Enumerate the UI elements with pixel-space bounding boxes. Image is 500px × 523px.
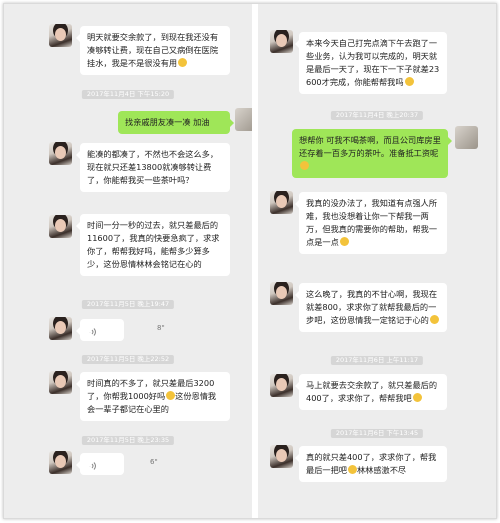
self-avatar[interactable] bbox=[235, 108, 252, 131]
message-bubble: 时间一分一秒的过去，就只差最后的11600了，我真的快要急疯了，求求你了，帮帮我… bbox=[76, 214, 230, 276]
sad-emoji-icon bbox=[166, 391, 176, 400]
message-text: 这么晚了，我真的不甘心啊，我现在就差800，求求你了就帮我最后的一步吧，这份恩情… bbox=[306, 289, 438, 325]
sad-emoji-icon bbox=[429, 315, 439, 324]
message-bubble: 这么晚了，我真的不甘心啊，我现在就差800，求求你了就帮我最后的一步吧，这份恩情… bbox=[295, 283, 447, 332]
message-bubble: 时间真的不多了，就只差最后3200了，你帮我1000好吗 这份恩情我会一辈子都记在… bbox=[76, 372, 230, 421]
voice-message-bubble[interactable] bbox=[76, 319, 124, 341]
message-text: 想帮你 可我不喝茶啊，而且公司库房里还存着一百多万的茶叶。准备抵工资呢 bbox=[299, 135, 441, 158]
sad-emoji-icon bbox=[347, 465, 357, 474]
message-bubble: 真的就只差400了，求求你了，帮我最后一把吧 林林感激不尽 bbox=[295, 446, 447, 482]
left-chat-panel: 明天就要交余款了，到现在我还没有凑够转让费，现在自己又病倒在医院挂水，我是不是很… bbox=[4, 4, 252, 518]
smile-emoji-icon bbox=[300, 161, 309, 170]
message-bubble: 明天就要交余款了，到现在我还没有凑够转让费，现在自己又病倒在医院挂水，我是不是很… bbox=[76, 26, 230, 75]
message-text: 能凑的都凑了，不然也不会这么多，现在就只还差13800就凑够转让费了，你能帮我买… bbox=[87, 149, 219, 185]
timestamp: 2017年11月5日 晚上19:47 bbox=[81, 300, 175, 309]
sad-emoji-icon bbox=[178, 58, 188, 67]
avatar[interactable] bbox=[49, 317, 72, 340]
right-chat-panel: 本来今天自己打完点滴下午去跑了一些业务，认为我可以完成的，明天就是最后一天了，现… bbox=[258, 4, 496, 518]
message-bubble: 我真的没办法了，我知道有点强人所难，我也没想着让你一下帮我一两万，但我真的需要你… bbox=[295, 192, 447, 254]
avatar[interactable] bbox=[270, 30, 293, 53]
sent-message-bubble: 找亲戚朋友凑一凑 加油 bbox=[118, 111, 234, 134]
screenshot-frame: 明天就要交余款了，到现在我还没有凑够转让费，现在自己又病倒在医院挂水，我是不是很… bbox=[3, 3, 497, 519]
timestamp: 2017年11月5日 晚上22:52 bbox=[81, 355, 175, 364]
message-text: 我真的没办法了，我知道有点强人所难，我也没想着让你一下帮我一两万，但我真的需要你… bbox=[306, 198, 438, 247]
timestamp: 2017年11月6日 上午11:17 bbox=[330, 356, 424, 365]
avatar[interactable] bbox=[49, 142, 72, 165]
sad-emoji-icon bbox=[339, 237, 349, 246]
avatar[interactable] bbox=[270, 282, 293, 305]
sad-emoji-icon bbox=[412, 393, 422, 402]
avatar[interactable] bbox=[49, 371, 72, 394]
message-bubble: 本来今天自己打完点滴下午去跑了一些业务，认为我可以完成的，明天就是最后一天了，现… bbox=[295, 32, 447, 94]
message-text: 时间一分一秒的过去，就只差最后的11600了，我真的快要急疯了，求求你了，帮帮我… bbox=[87, 220, 220, 269]
avatar[interactable] bbox=[49, 215, 72, 238]
voice-duration: 8" bbox=[157, 324, 165, 332]
voice-wave-icon bbox=[89, 328, 96, 336]
voice-duration: 6" bbox=[150, 458, 158, 466]
sad-emoji-icon bbox=[404, 77, 414, 86]
self-avatar[interactable] bbox=[455, 126, 478, 149]
avatar[interactable] bbox=[270, 374, 293, 397]
voice-message-bubble[interactable] bbox=[76, 453, 124, 475]
avatar[interactable] bbox=[270, 445, 293, 468]
timestamp: 2017年11月4日 晚上20:37 bbox=[330, 111, 424, 120]
voice-wave-icon bbox=[89, 462, 96, 470]
avatar[interactable] bbox=[270, 191, 293, 214]
avatar[interactable] bbox=[49, 451, 72, 474]
message-bubble: 马上就要去交余款了，就只差最后的400了，求求你了，帮帮我吧 bbox=[295, 374, 447, 410]
message-text: 本来今天自己打完点滴下午去跑了一些业务，认为我可以完成的，明天就是最后一天了，现… bbox=[306, 38, 440, 87]
avatar[interactable] bbox=[49, 24, 72, 47]
message-bubble: 能凑的都凑了，不然也不会这么多，现在就只还差13800就凑够转让费了，你能帮我买… bbox=[76, 143, 230, 192]
timestamp: 2017年11月5日 晚上23:35 bbox=[81, 436, 175, 445]
message-text: 明天就要交余款了，到现在我还没有凑够转让费，现在自己又病倒在医院挂水，我是不是很… bbox=[87, 32, 219, 68]
message-text: 找亲戚朋友凑一凑 加油 bbox=[125, 117, 210, 127]
timestamp: 2017年11月4日 下午15:20 bbox=[81, 90, 175, 99]
timestamp: 2017年11月6日 下午13:45 bbox=[330, 429, 424, 438]
message-text: 林林感激不尽 bbox=[356, 465, 407, 475]
sent-message-bubble: 想帮你 可我不喝茶啊，而且公司库房里还存着一百多万的茶叶。准备抵工资呢 bbox=[292, 129, 452, 178]
